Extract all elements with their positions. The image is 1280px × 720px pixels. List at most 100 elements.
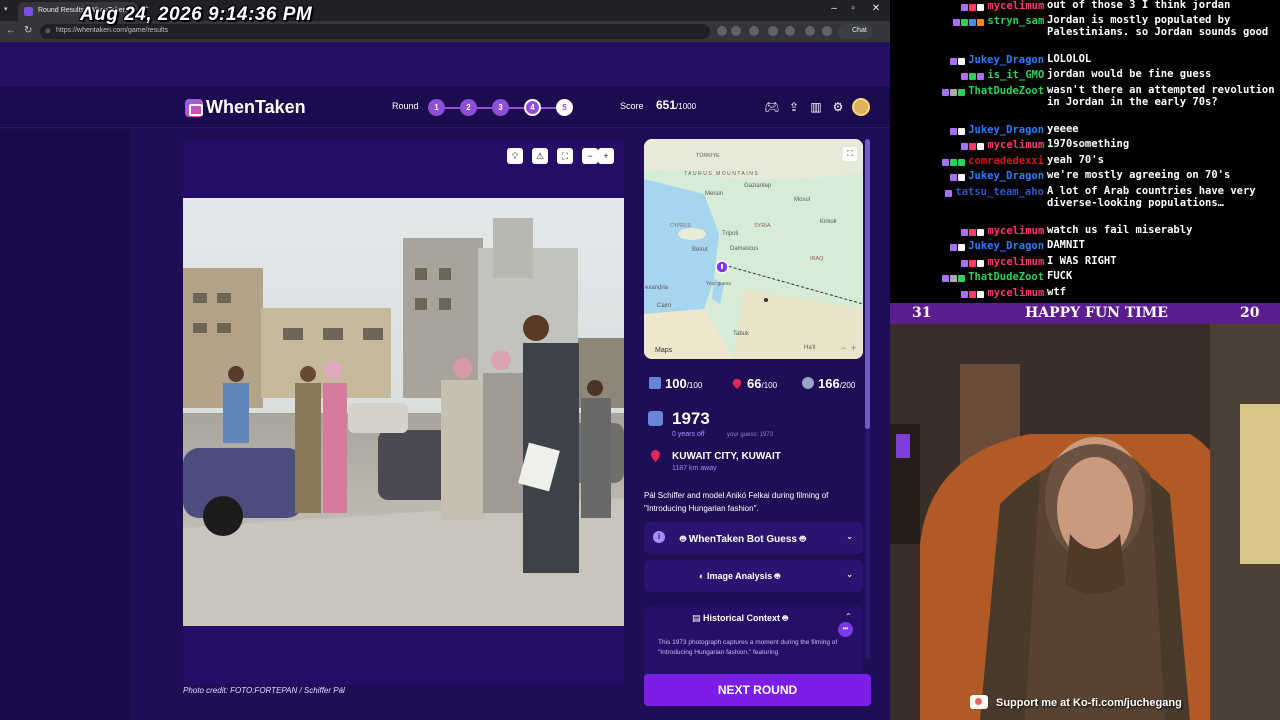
gamepad-icon[interactable]: 🎮︎ [764, 99, 780, 115]
result-map[interactable]: TÜRKIYE TAURUS MOUNTAINS CYPRUS SYRIA IR… [644, 139, 863, 359]
chat-username[interactable]: mycelimum [987, 256, 1044, 268]
chat-username[interactable]: ThatDudeZoot [968, 85, 1044, 97]
back-icon[interactable]: ← [6, 25, 16, 36]
chat-username[interactable]: stryn_sam [987, 15, 1044, 27]
logo-text[interactable]: WhenTaken [206, 97, 306, 118]
chat-badge-icon [961, 19, 969, 26]
zoom-in-icon[interactable]: + [598, 148, 614, 164]
chat-badge-icon [961, 291, 969, 298]
fast-forward-icon[interactable]: ⏭ [838, 622, 853, 637]
panel-scrollbar-thumb[interactable] [865, 139, 870, 429]
extension-icon[interactable] [717, 26, 727, 36]
chat-username[interactable]: Jukey_Dragon [968, 240, 1044, 252]
chat-badges [961, 258, 985, 267]
fullscreen-icon[interactable]: ⛶ [557, 148, 573, 164]
chat-username[interactable]: comradedexxi [968, 155, 1044, 167]
chat-badges [942, 157, 966, 166]
map-label-beirut: Beirut [692, 247, 708, 253]
location-score-value: 66 [747, 376, 762, 391]
maximize-icon[interactable]: ▫ [845, 3, 861, 14]
chat-badge-icon [969, 260, 977, 267]
chat-message: is_it_GMO jordan would be fine guess [890, 68, 1280, 84]
extension-icon[interactable] [749, 26, 759, 36]
total-score-value: 166 [818, 376, 840, 391]
chat-username[interactable]: ThatDudeZoot [968, 271, 1044, 283]
close-window-icon[interactable]: ✕ [868, 3, 884, 14]
historical-context-title[interactable]: ▤ Historical Context 🤖︎ [692, 612, 788, 625]
webcam-banner: 31 HAPPY FUN TIME 20 [890, 303, 1280, 324]
chat-username[interactable]: is_it_GMO [987, 69, 1044, 81]
info-icon[interactable]: i [653, 531, 665, 543]
menu-dots-icon[interactable] [822, 26, 832, 36]
chat-message: tatsu_team_aho A lot of Arab countries ha… [890, 185, 1280, 225]
chat-badge-icon [969, 4, 977, 11]
chat-username[interactable]: mycelimum [987, 225, 1044, 237]
extension-icon[interactable] [768, 26, 778, 36]
profile-avatar-icon[interactable] [805, 26, 815, 36]
overlay-timestamp: Aug 24, 2026 9:14:36 PM [80, 4, 313, 25]
chat-badge-icon [969, 229, 977, 236]
image-analysis-accordion[interactable]: ◐ Image Analysis 🤖︎ ⌄ [644, 560, 863, 592]
chat-username[interactable]: mycelimum [987, 139, 1044, 151]
chat-username[interactable]: tatsu_team_aho [955, 186, 1044, 198]
settings-gear-icon[interactable]: ⚙ [830, 99, 846, 115]
years-off: 0 years off [672, 431, 705, 438]
left-sidebar-space [0, 129, 130, 720]
share-icon[interactable]: ⇪ [786, 99, 802, 115]
map-label-apple-maps: Maps [655, 347, 673, 354]
site-info-icon[interactable]: ⊜ [45, 27, 51, 35]
next-round-button[interactable]: NEXT ROUND [644, 674, 871, 706]
map-expand-icon[interactable]: ⛶ [843, 147, 857, 161]
chat-message-text: 1970something [1047, 138, 1130, 150]
chat-message-text: FUCK [1047, 270, 1073, 282]
chevron-down-icon[interactable]: ⌄ [846, 532, 853, 541]
hint-lightbulb-icon[interactable]: 💡︎ [507, 148, 523, 164]
chat-message: mycelimum I WAS RIGHT [890, 255, 1280, 271]
user-avatar[interactable] [852, 98, 870, 116]
chat-message: Jukey_Dragon yeeee [890, 123, 1280, 139]
favicon-icon [24, 7, 33, 16]
chat-badge-icon [950, 159, 958, 166]
map-label-gaziantep: Gaziantep [744, 183, 772, 189]
chat-message-text: I WAS RIGHT [1047, 255, 1117, 267]
zoom-out-icon[interactable]: − [582, 148, 598, 164]
chat-badges [950, 126, 966, 135]
round-dot-4: 4 [524, 99, 541, 116]
chevron-down-icon[interactable]: ⌄ [846, 570, 853, 579]
chat-message: Jukey_Dragon we're mostly agreeing on 70'… [890, 169, 1280, 185]
report-warning-icon[interactable]: ⚠ [532, 148, 548, 164]
reload-icon[interactable]: ↻ [24, 25, 32, 36]
chat-badge-icon [977, 143, 985, 150]
stats-icon[interactable]: ▥ [808, 99, 824, 115]
chat-badge-icon [961, 143, 969, 150]
bot-guess-accordion[interactable]: i 🤖︎ WhenTaken Bot Guess 🤖︎ ⌄ [644, 522, 863, 554]
round-photo[interactable] [183, 198, 624, 626]
chat-badge-icon [969, 73, 977, 80]
chat-username[interactable]: mycelimum [987, 287, 1044, 299]
chat-message-text: wtf [1047, 286, 1066, 298]
tab-search-icon[interactable]: ▾ [4, 5, 14, 15]
chat-message: ThatDudeZoot FUCK [890, 270, 1280, 286]
chat-message-text: out of those 3 I think jordan [1047, 0, 1231, 11]
chat-badge-icon [977, 73, 985, 80]
map-label-turkey: TÜRKIYE [696, 152, 720, 159]
map-label-hail: Ha'il [804, 345, 815, 351]
chat-message: ThatDudeZoot wasn't there an attempted re… [890, 84, 1280, 124]
chat-badges [942, 87, 966, 96]
chat-username[interactable]: Jukey_Dragon [968, 170, 1044, 182]
map-zoom-out-icon: − [841, 343, 846, 353]
chat-button[interactable]: Chat [838, 24, 873, 39]
minimize-icon[interactable]: – [826, 3, 842, 14]
chat-message-text: jordan would be fine guess [1047, 68, 1212, 80]
chat-username[interactable]: Jukey_Dragon [968, 124, 1044, 136]
chat-badge-icon [977, 4, 985, 11]
url-field[interactable]: ⊜ https://whentaken.com/game/results [40, 24, 710, 39]
extensions-puzzle-icon[interactable] [785, 26, 795, 36]
chat-username[interactable]: Jukey_Dragon [968, 54, 1044, 66]
chat-username[interactable]: mycelimum [987, 0, 1044, 12]
chevron-up-icon[interactable]: ⌃ [845, 612, 852, 621]
chat-badge-icon [950, 128, 958, 135]
whentaken-page: ⌃ REMOVE ADS WhenTaken Round 1 2 3 4 5 S… [0, 42, 890, 720]
bookmark-star-icon[interactable] [731, 26, 741, 36]
chat-badge-icon [950, 58, 958, 65]
